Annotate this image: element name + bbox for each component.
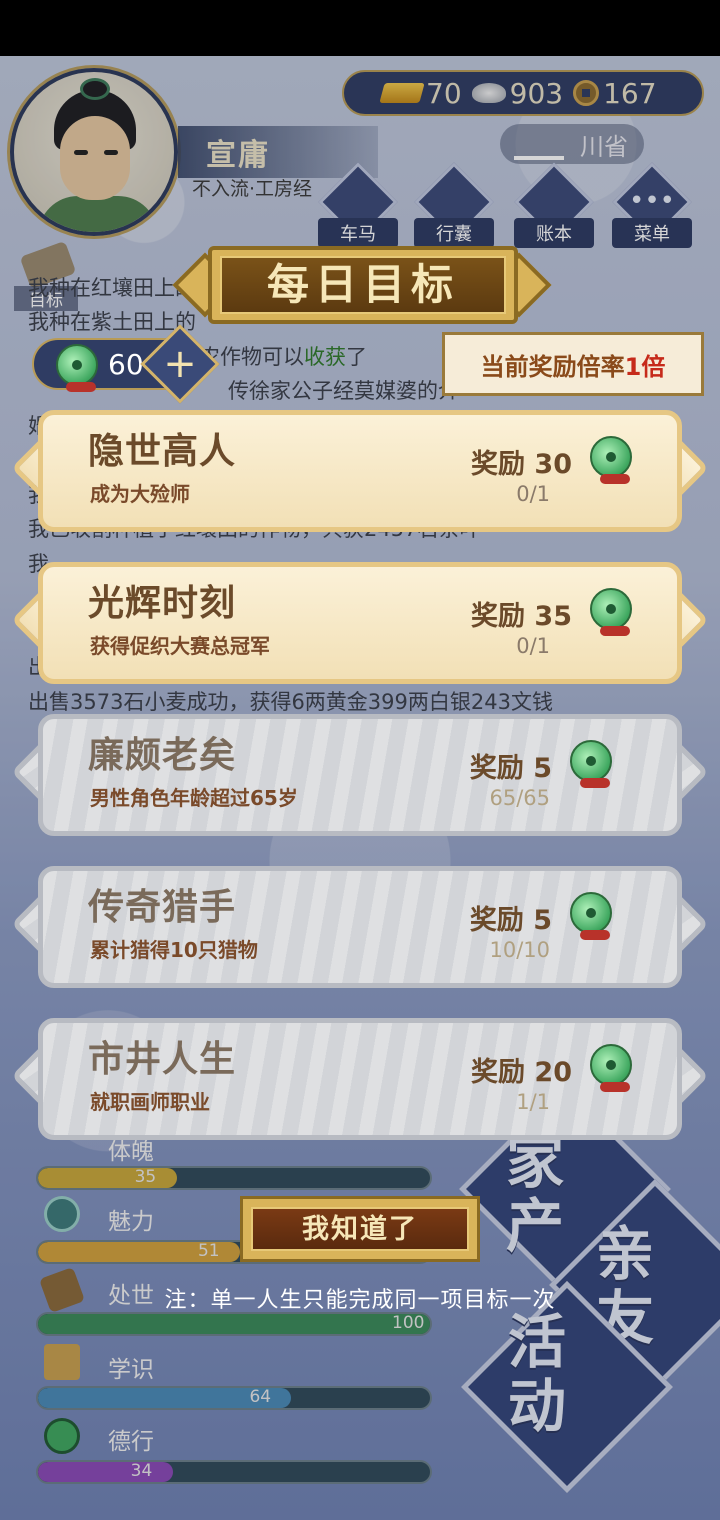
dialog-note: 注：单一人生只能完成同一项目标一次: [164, 1288, 556, 1313]
goal-card[interactable]: 廉颇老矣 男性角色年龄超过65岁 奖励 5 65/65: [11, 710, 709, 840]
goal-card[interactable]: 市井人生 就职画师职业 奖励 20 1/1: [11, 1014, 709, 1144]
multiplier-label: 当前奖励倍率: [480, 352, 625, 381]
goal-desc: 成为大殓师: [90, 482, 190, 506]
multiplier-value: 1倍: [624, 352, 666, 381]
goal-title: 市井人生: [88, 1039, 237, 1080]
jade-icon: [590, 588, 632, 636]
reward-multiplier: 当前奖励倍率 1倍: [442, 332, 704, 396]
plus-icon[interactable]: +: [152, 336, 208, 392]
jade-icon: [570, 892, 612, 940]
goal-desc: 就职画师职业: [90, 1090, 210, 1114]
goal-progress: 10/10: [489, 938, 550, 962]
goal-title: 光辉时刻: [88, 583, 237, 624]
jade-icon: [590, 436, 632, 484]
goal-progress: 65/65: [489, 786, 550, 810]
jade-icon: [56, 344, 98, 392]
goal-progress: 0/1: [516, 482, 550, 506]
jade-icon: [590, 1044, 632, 1092]
goal-reward: 奖励 30: [471, 449, 572, 480]
goal-reward: 奖励 5: [469, 905, 552, 936]
goal-reward: 奖励 35: [471, 601, 572, 632]
goal-desc: 男性角色年龄超过65岁: [90, 786, 298, 810]
goal-progress: 0/1: [516, 634, 550, 658]
goal-reward: 奖励 20: [471, 1057, 572, 1088]
jade-icon: [570, 740, 612, 788]
dialog-title: 每日目标: [266, 260, 459, 309]
goal-desc: 累计猎得10只猎物: [90, 938, 258, 962]
dialog-title-banner: 每日目标: [172, 240, 552, 330]
goal-card[interactable]: 隐世高人 成为大殓师 奖励 30 0/1: [11, 406, 709, 536]
ok-button-label: 我知道了: [251, 1207, 469, 1251]
goal-title: 隐世高人: [88, 431, 237, 472]
goal-progress: 1/1: [516, 1090, 550, 1114]
goal-reward: 奖励 5: [469, 753, 552, 784]
goal-card[interactable]: 光辉时刻 获得促织大赛总冠军 奖励 35 0/1: [11, 558, 709, 688]
jade-count: 60: [108, 348, 144, 381]
goal-title: 廉颇老矣: [88, 735, 237, 776]
ok-button[interactable]: 我知道了: [240, 1196, 480, 1262]
goal-title: 传奇猎手: [88, 887, 237, 928]
goal-card[interactable]: 传奇猎手 累计猎得10只猎物 奖励 5 10/10: [11, 862, 709, 992]
goal-desc: 获得促织大赛总冠军: [90, 634, 270, 658]
status-bar: [0, 0, 720, 56]
